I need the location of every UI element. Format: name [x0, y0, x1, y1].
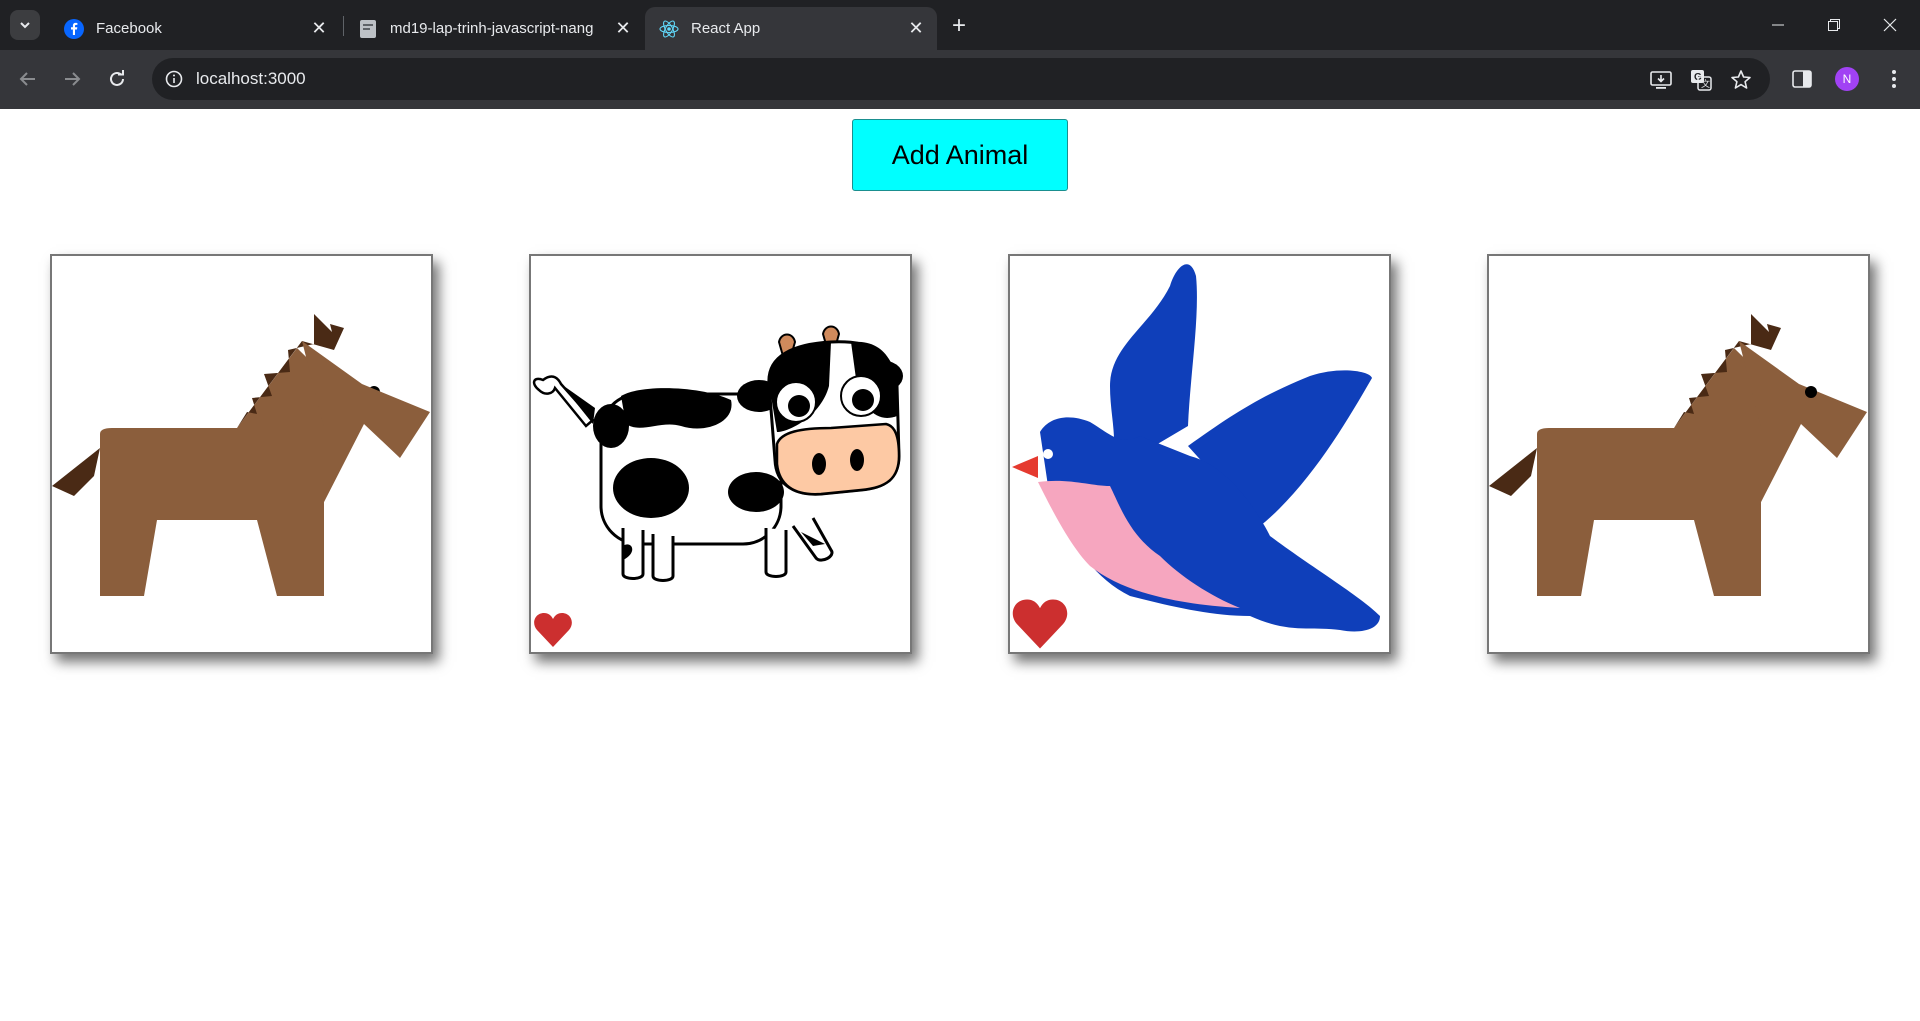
animal-card-horse[interactable] — [50, 254, 433, 654]
facebook-icon — [64, 18, 84, 39]
svg-text:文: 文 — [1701, 78, 1710, 89]
animal-card-cow[interactable] — [529, 254, 912, 654]
browser-toolbar: localhost:3000 G文 N — [0, 50, 1920, 109]
side-panel-icon[interactable] — [1786, 63, 1818, 95]
bookmark-star-icon[interactable] — [1728, 67, 1754, 93]
tab-md19[interactable]: md19-lap-trinh-javascript-nang ✕ — [344, 7, 644, 50]
restore-icon — [1828, 19, 1840, 31]
heart-icon[interactable] — [1010, 598, 1070, 650]
install-app-icon[interactable] — [1648, 67, 1674, 93]
close-window-button[interactable] — [1862, 0, 1918, 50]
minimize-icon — [1772, 24, 1784, 26]
menu-icon[interactable] — [1878, 63, 1910, 95]
minimize-button[interactable] — [1750, 0, 1806, 50]
animal-card-bird[interactable] — [1008, 254, 1391, 654]
tab-react-app[interactable]: React App ✕ — [645, 7, 937, 50]
animal-card-horse[interactable] — [1487, 254, 1870, 654]
arrow-right-icon — [65, 72, 81, 86]
restore-button[interactable] — [1806, 0, 1862, 50]
reload-button[interactable] — [101, 63, 133, 95]
tab-title: React App — [691, 20, 761, 37]
react-icon — [659, 19, 679, 39]
profile-avatar[interactable]: N — [1835, 67, 1859, 91]
forward-button[interactable] — [56, 63, 88, 95]
chevron-down-icon — [20, 22, 30, 29]
reload-icon — [110, 70, 124, 86]
tab-search-button[interactable] — [10, 10, 40, 40]
page-content: Add Animal — [0, 109, 1920, 1021]
tab-title: Facebook — [96, 20, 162, 37]
close-icon[interactable]: ✕ — [612, 18, 634, 40]
url-text[interactable]: localhost:3000 — [196, 69, 306, 89]
add-animal-button[interactable]: Add Animal — [852, 119, 1068, 191]
arrow-left-icon — [19, 72, 35, 86]
address-bar[interactable]: localhost:3000 G文 — [152, 58, 1770, 100]
document-icon — [358, 19, 378, 39]
horse-image — [1489, 314, 1867, 596]
bird-image — [1012, 264, 1380, 632]
horse-image — [52, 314, 430, 596]
tab-strip: Facebook ✕ md19-lap-trinh-javascript-nan… — [0, 0, 1920, 50]
new-tab-button[interactable]: + — [945, 12, 973, 40]
cow-image — [532, 325, 903, 582]
translate-icon[interactable]: G文 — [1688, 67, 1714, 93]
close-icon — [1883, 18, 1897, 32]
tab-facebook[interactable]: Facebook ✕ — [50, 7, 340, 50]
tab-title: md19-lap-trinh-javascript-nang — [390, 20, 594, 37]
back-button[interactable] — [12, 63, 44, 95]
close-icon[interactable]: ✕ — [308, 18, 330, 40]
heart-icon[interactable] — [533, 612, 573, 648]
close-icon[interactable]: ✕ — [905, 18, 927, 40]
site-info-icon[interactable] — [162, 67, 186, 91]
